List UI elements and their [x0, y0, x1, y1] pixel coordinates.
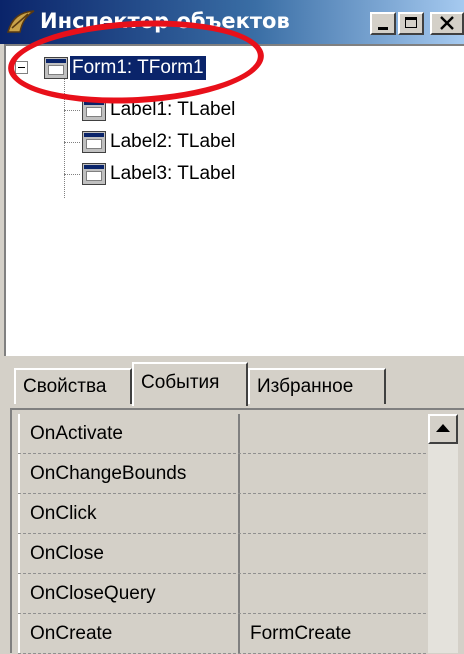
- event-row[interactable]: OnCloseQuery: [18, 574, 426, 614]
- tab-favorites[interactable]: Избранное: [248, 368, 386, 404]
- label-component-icon: [82, 99, 106, 121]
- tree-node-label2[interactable]: Label2: TLabel: [110, 130, 235, 154]
- event-handler-value[interactable]: [250, 534, 426, 573]
- lazarus-app-icon: [7, 10, 35, 33]
- event-row[interactable]: OnClose: [18, 534, 426, 574]
- tree-node-form1[interactable]: Form1: TForm1: [70, 56, 206, 80]
- minimize-button[interactable]: [370, 12, 396, 35]
- component-tree[interactable]: Form1: TForm1 Label1: TLabel Label2: TLa…: [4, 44, 464, 356]
- event-row[interactable]: OnClick: [18, 494, 426, 534]
- tree-collapse-toggle[interactable]: [15, 61, 28, 74]
- event-row[interactable]: OnActivate: [18, 414, 426, 454]
- events-scrollbar[interactable]: [428, 414, 458, 653]
- tab-events[interactable]: События: [132, 362, 248, 406]
- event-name: OnChangeBounds: [18, 454, 240, 493]
- label-component-icon: [82, 163, 106, 185]
- event-handler-value[interactable]: [250, 494, 426, 533]
- scroll-up-button[interactable]: [428, 414, 458, 444]
- title-bar[interactable]: Инспектор объектов: [0, 0, 464, 44]
- event-handler-value[interactable]: [250, 454, 426, 493]
- close-button[interactable]: [430, 12, 464, 35]
- events-grid[interactable]: OnActivate OnChangeBounds OnClick OnClos…: [18, 414, 426, 654]
- close-icon: [440, 16, 454, 30]
- event-handler-value[interactable]: [250, 414, 426, 453]
- event-handler-value[interactable]: FormCreate: [250, 614, 426, 653]
- tree-connector: [64, 110, 80, 111]
- label-component-icon: [82, 131, 106, 153]
- maximize-button[interactable]: [398, 12, 424, 35]
- object-inspector-window: Инспектор объектов Form1: TForm1 Label1:…: [0, 0, 464, 654]
- event-handler-value[interactable]: [250, 574, 426, 613]
- tab-properties[interactable]: Свойства: [14, 368, 132, 404]
- tree-connector: [64, 174, 80, 175]
- event-row[interactable]: OnCreate FormCreate: [18, 614, 426, 654]
- tree-connector: [64, 142, 80, 143]
- event-name: OnCreate: [18, 614, 240, 653]
- tree-node-label1[interactable]: Label1: TLabel: [110, 98, 235, 122]
- maximize-icon: [405, 17, 417, 28]
- window-title: Инспектор объектов: [40, 9, 290, 33]
- event-row[interactable]: OnChangeBounds: [18, 454, 426, 494]
- event-name: OnCloseQuery: [18, 574, 240, 613]
- tree-node-label3[interactable]: Label3: TLabel: [110, 162, 235, 186]
- tree-connector: [64, 78, 65, 198]
- minimize-icon: [378, 27, 388, 30]
- arrow-up-icon: [436, 424, 450, 432]
- event-name: OnClose: [18, 534, 240, 573]
- inspector-tabs: Свойства События Избранное: [0, 360, 464, 408]
- form-icon: [44, 57, 68, 79]
- event-name: OnClick: [18, 494, 240, 533]
- event-name: OnActivate: [18, 414, 240, 453]
